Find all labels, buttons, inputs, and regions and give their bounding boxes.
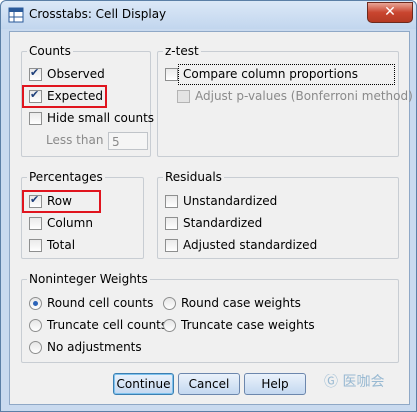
round-cell-label: Round cell counts — [47, 296, 154, 310]
total-percent-checkbox[interactable]: Total — [29, 238, 75, 252]
noninteger-legend: Noninteger Weights — [27, 272, 150, 286]
spss-table-icon — [8, 7, 24, 23]
column-check-icon — [29, 216, 42, 230]
total-check-icon — [29, 238, 42, 252]
observed-check-icon — [29, 66, 42, 81]
adjusted-standardized-checkbox[interactable]: Adjusted standardized — [165, 238, 317, 252]
column-percent-checkbox[interactable]: Column — [29, 216, 93, 230]
unstandardized-check-icon — [165, 194, 178, 208]
standardized-checkbox[interactable]: Standardized — [165, 216, 262, 230]
truncate-case-label: Truncate case weights — [181, 318, 315, 332]
row-check-icon — [29, 193, 42, 208]
hide-small-counts-checkbox[interactable]: Hide small counts — [29, 111, 154, 125]
truncate-cell-counts-radio[interactable]: Truncate cell counts — [29, 318, 167, 332]
row-label: Row — [47, 194, 72, 208]
truncate-case-weights-radio[interactable]: Truncate case weights — [163, 318, 315, 332]
ztest-legend: z-test — [163, 44, 201, 58]
adjust-label: Adjust p-values (Bonferroni method) — [195, 89, 413, 103]
round-cell-radio-icon — [29, 296, 42, 310]
no-adjust-label: No adjustments — [47, 340, 142, 354]
expected-label: Expected — [47, 89, 103, 103]
adjusted-check-icon — [165, 238, 178, 252]
round-case-weights-radio[interactable]: Round case weights — [163, 296, 301, 310]
residuals-legend: Residuals — [163, 170, 224, 184]
truncate-case-radio-icon — [163, 318, 176, 332]
standardized-check-icon — [165, 216, 178, 230]
dialog-body: Counts Observed Expected Hide small coun… — [9, 31, 413, 405]
total-label: Total — [47, 238, 76, 252]
continue-button[interactable]: Continue — [113, 373, 174, 395]
no-adjustments-radio[interactable]: No adjustments — [29, 340, 142, 354]
hide-small-check-icon — [29, 111, 42, 125]
cancel-button[interactable]: Cancel — [178, 373, 240, 395]
unstandardized-checkbox[interactable]: Unstandardized — [165, 194, 277, 208]
counts-legend: Counts — [27, 44, 73, 58]
adjust-check-icon — [177, 89, 190, 103]
observed-checkbox[interactable]: Observed — [29, 66, 105, 81]
expected-checkbox[interactable]: Expected — [29, 88, 103, 103]
hide-small-label: Hide small counts — [47, 111, 155, 125]
round-case-label: Round case weights — [181, 296, 301, 310]
no-adjust-radio-icon — [29, 340, 42, 354]
dialog-window: Crosstabs: Cell Display ✕ Counts Observe… — [0, 0, 417, 412]
compare-proportions-checkbox[interactable]: Compare column proportions — [165, 67, 358, 81]
observed-label: Observed — [47, 67, 105, 81]
adjusted-label: Adjusted standardized — [183, 238, 318, 252]
standardized-label: Standardized — [183, 216, 263, 230]
compare-label: Compare column proportions — [183, 67, 358, 81]
truncate-cell-label: Truncate cell counts — [47, 318, 168, 332]
percentages-legend: Percentages — [27, 170, 105, 184]
less-than-input[interactable]: 5 — [108, 132, 148, 150]
title-bar[interactable]: Crosstabs: Cell Display ✕ — [1, 1, 416, 29]
round-cell-counts-radio[interactable]: Round cell counts — [29, 296, 153, 310]
round-case-radio-icon — [163, 296, 176, 310]
less-than-label: Less than — [46, 133, 104, 147]
adjust-pvalues-checkbox[interactable]: Adjust p-values (Bonferroni method) — [177, 89, 413, 103]
truncate-cell-radio-icon — [29, 318, 42, 332]
row-percent-checkbox[interactable]: Row — [29, 193, 72, 208]
close-icon: ✕ — [384, 4, 396, 20]
watermark-logo: Ⓖ 医咖会 — [324, 374, 385, 390]
column-label: Column — [47, 216, 93, 230]
help-button[interactable]: Help — [244, 373, 306, 395]
close-button[interactable]: ✕ — [367, 2, 413, 23]
window-title: Crosstabs: Cell Display — [29, 7, 167, 21]
unstandardized-label: Unstandardized — [183, 194, 278, 208]
compare-check-icon — [165, 67, 178, 81]
expected-check-icon — [29, 88, 42, 103]
